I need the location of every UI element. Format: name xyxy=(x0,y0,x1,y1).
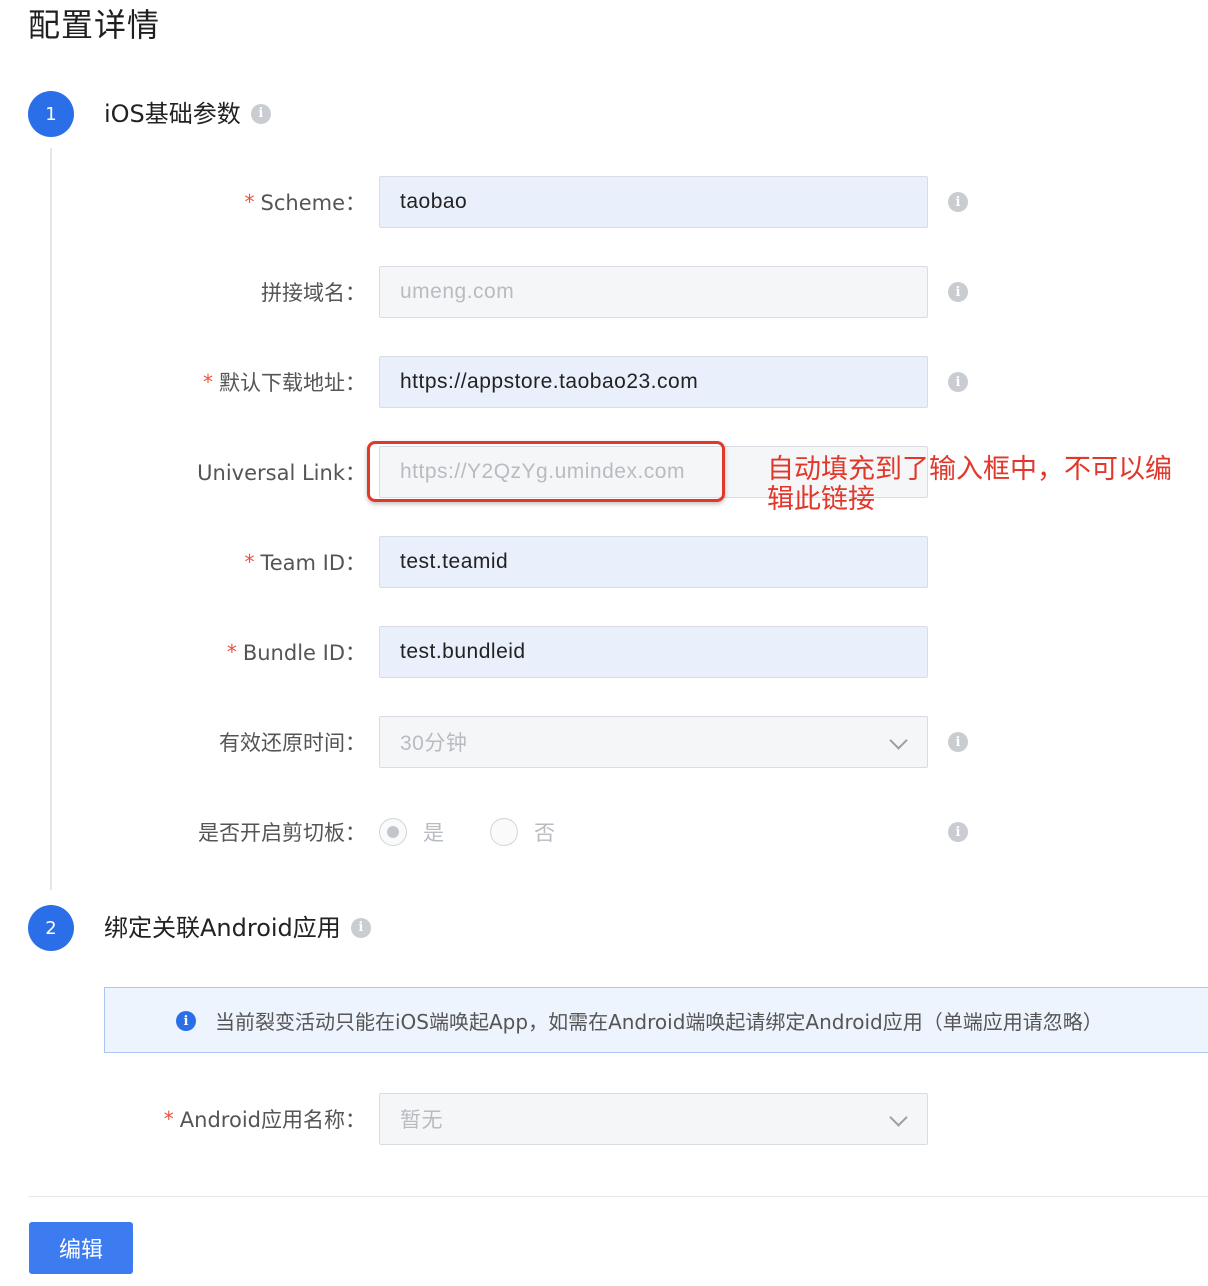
android-app-label-text: Android应用名称： xyxy=(179,1108,366,1132)
required-mark: * xyxy=(244,190,255,214)
clipboard-yes-label[interactable]: 是 xyxy=(423,817,444,847)
scheme-row: * Scheme： taobao i xyxy=(0,176,1208,228)
domain-row: 拼接域名： umeng.com i xyxy=(0,266,1208,318)
clipboard-row: 是否开启剪切板： 是 否 i xyxy=(0,806,1208,858)
required-mark: * xyxy=(163,1107,174,1131)
step-2-indicator: 2 xyxy=(28,905,74,951)
bundle-id-label: * Bundle ID： xyxy=(227,626,366,678)
info-icon: i xyxy=(176,1011,196,1031)
android-app-row: * Android应用名称： 暂无 xyxy=(0,1093,1208,1145)
step-2-title: 绑定关联Android应用 i xyxy=(104,913,371,943)
info-icon[interactable]: i xyxy=(948,192,968,212)
download-url-row: * 默认下载地址： https://appstore.taobao23.com … xyxy=(0,356,1208,408)
bundle-id-row: * Bundle ID： test.bundleid xyxy=(0,626,1208,678)
bundle-id-input[interactable]: test.bundleid xyxy=(379,626,928,678)
chevron-down-icon xyxy=(889,731,908,750)
clipboard-label: 是否开启剪切板： xyxy=(198,806,366,858)
restore-time-select[interactable]: 30分钟 xyxy=(379,716,928,768)
info-icon[interactable]: i xyxy=(350,918,371,938)
clipboard-radio-group: 是 否 xyxy=(379,806,601,858)
scheme-label: * Scheme： xyxy=(245,176,366,228)
download-url-label-text: 默认下载地址： xyxy=(219,371,366,395)
restore-time-label: 有效还原时间： xyxy=(219,716,366,768)
android-app-label: * Android应用名称： xyxy=(164,1093,366,1145)
clipboard-radio-no[interactable] xyxy=(490,818,518,846)
domain-label: 拼接域名： xyxy=(261,266,366,318)
divider xyxy=(28,1196,1208,1197)
team-id-value: test.teamid xyxy=(400,550,509,573)
clipboard-radio-yes[interactable] xyxy=(379,818,407,846)
domain-value: umeng.com xyxy=(400,280,515,303)
notice-text: 当前裂变活动只能在iOS端唤起App，如需在Android端唤起请绑定Andro… xyxy=(215,1009,1103,1034)
android-app-value: 暂无 xyxy=(400,1109,443,1132)
bundle-id-label-text: Bundle ID： xyxy=(242,641,366,665)
required-mark: * xyxy=(226,640,237,664)
step-connector xyxy=(50,148,52,890)
bundle-id-value: test.bundleid xyxy=(400,640,526,663)
scheme-input[interactable]: taobao xyxy=(379,176,928,228)
restore-time-row: 有效还原时间： 30分钟 i xyxy=(0,716,1208,768)
info-icon[interactable]: i xyxy=(948,282,968,302)
step-1-title: iOS基础参数 i xyxy=(104,99,271,129)
universal-link-label-text: Universal Link： xyxy=(197,461,366,485)
restore-time-value: 30分钟 xyxy=(400,732,468,755)
annotation-highlight-box xyxy=(367,441,725,502)
clipboard-no-label[interactable]: 否 xyxy=(534,817,555,847)
download-url-input[interactable]: https://appstore.taobao23.com xyxy=(379,356,928,408)
info-icon[interactable]: i xyxy=(250,104,271,124)
info-icon[interactable]: i xyxy=(948,822,968,842)
restore-time-label-text: 有效还原时间： xyxy=(219,731,366,755)
notice-banner: i 当前裂变活动只能在iOS端唤起App，如需在Android端唤起请绑定And… xyxy=(104,987,1208,1053)
domain-input[interactable]: umeng.com xyxy=(379,266,928,318)
step-1-title-text: iOS基础参数 xyxy=(104,100,241,128)
team-id-input[interactable]: test.teamid xyxy=(379,536,928,588)
required-mark: * xyxy=(244,550,255,574)
info-icon[interactable]: i xyxy=(948,732,968,752)
team-id-row: * Team ID： test.teamid xyxy=(0,536,1208,588)
step-1-indicator: 1 xyxy=(28,91,74,137)
clipboard-label-text: 是否开启剪切板： xyxy=(198,821,366,845)
required-mark: * xyxy=(203,370,213,394)
radio-selected-dot xyxy=(387,826,399,838)
edit-button[interactable]: 编辑 xyxy=(29,1222,133,1274)
page-title: 配置详情 xyxy=(28,6,161,44)
team-id-label-text: Team ID： xyxy=(260,551,366,575)
team-id-label: * Team ID： xyxy=(244,536,366,588)
scheme-value: taobao xyxy=(400,190,468,213)
scheme-label-text: Scheme： xyxy=(260,191,366,215)
chevron-down-icon xyxy=(889,1108,908,1127)
info-icon[interactable]: i xyxy=(948,372,968,392)
domain-label-text: 拼接域名： xyxy=(261,281,366,305)
download-url-value: https://appstore.taobao23.com xyxy=(400,370,699,393)
annotation-text: 自动填充到了输入框中，不可以编辑此链接 xyxy=(767,454,1172,515)
universal-link-label: Universal Link： xyxy=(197,446,366,498)
download-url-label: * 默认下载地址： xyxy=(203,356,366,408)
android-app-select[interactable]: 暂无 xyxy=(379,1093,928,1145)
step-2-title-text: 绑定关联Android应用 xyxy=(104,914,341,942)
